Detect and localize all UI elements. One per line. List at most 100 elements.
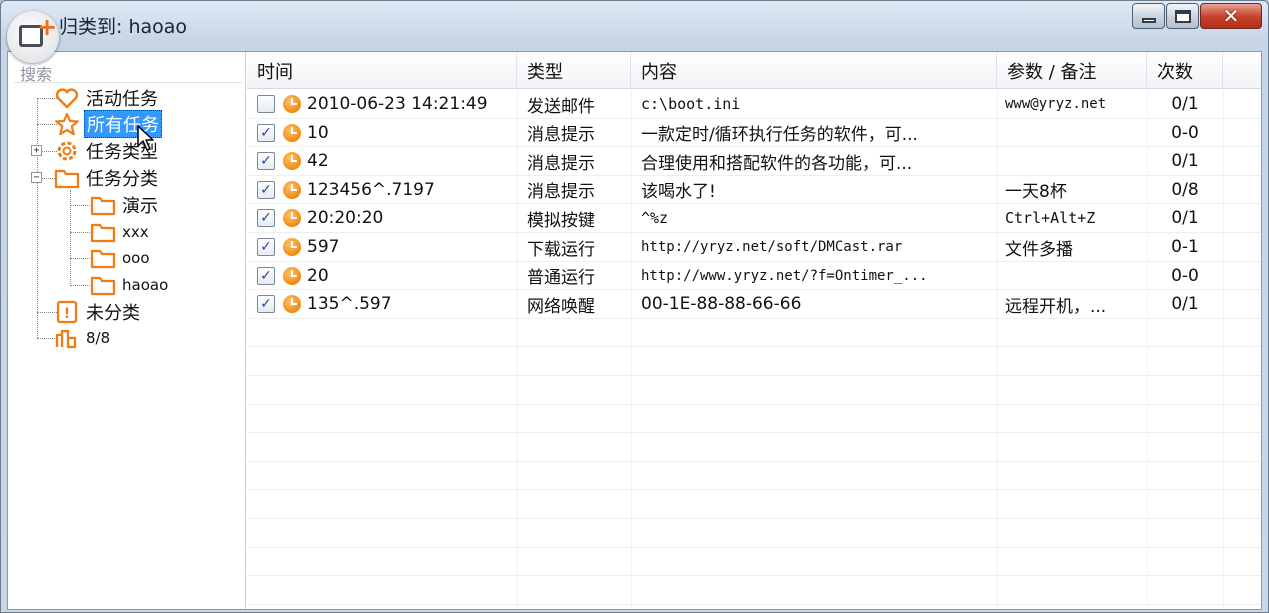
mouse-cursor-icon (137, 125, 154, 151)
row-param: 一天8杯 (1005, 182, 1067, 203)
row-checkbox[interactable]: ✓ (257, 152, 275, 171)
row-time: 42 (307, 151, 329, 172)
collapse-task-categories[interactable]: − (31, 172, 42, 183)
clock-icon (283, 209, 301, 228)
tree-item-demo[interactable]: 演示 (90, 192, 160, 218)
row-content: 一款定时/循环执行任务的软件，可... (641, 125, 918, 146)
column-header-content[interactable]: 内容 (631, 52, 997, 89)
close-button[interactable]: ✕ (1200, 3, 1262, 29)
row-time: 2010-06-23 14:21:49 (307, 94, 488, 114)
tree-item-label: haoao (122, 276, 169, 294)
row-checkbox[interactable]: ✓ (257, 266, 275, 285)
heart-icon (54, 86, 80, 110)
clock-icon (283, 266, 301, 285)
folder-icon (54, 166, 80, 190)
exclamation-icon: ! (54, 300, 80, 324)
row-checkbox[interactable]: ✓ (257, 238, 275, 256)
row-content: http://yryz.net/soft/DMCast.rar (641, 239, 903, 255)
empty-row (247, 548, 1261, 577)
empty-row (247, 347, 1261, 376)
tree-item-task-categories[interactable]: 任务分类 (54, 165, 160, 191)
search-input[interactable]: 搜索 (14, 55, 242, 84)
table-row[interactable]: ✓ 20 普通运行 http://www.yryz.net/?f=Ontimer_… (247, 262, 1261, 291)
tree-item-haoao[interactable]: haoao (90, 272, 170, 298)
row-time: 597 (307, 237, 340, 257)
tree-item-label: 未分类 (86, 303, 140, 324)
column-header-count[interactable]: 次数 (1147, 52, 1223, 89)
clock-icon (283, 180, 301, 199)
minimize-button[interactable] (1132, 3, 1165, 29)
row-time: 135^.597 (307, 294, 392, 315)
row-checkbox[interactable] (257, 95, 275, 113)
row-content: 合理使用和搭配软件的各功能，可... (641, 153, 913, 174)
app-logo-icon[interactable]: + (7, 11, 59, 63)
row-type: 消息提示 (527, 153, 595, 174)
list-header: 时间 类型 内容 参数 / 备注 次数 (247, 52, 1261, 89)
column-header-type[interactable]: 类型 (517, 52, 631, 89)
client-area: 搜索 + − 活动任务 所有任务 任务类型 任务分类 演示 xxx ooo ha… (7, 51, 1262, 610)
close-icon: ✕ (1222, 4, 1240, 28)
row-checkbox[interactable]: ✓ (257, 180, 275, 199)
row-param: www@yryz.net (1005, 96, 1107, 112)
task-list[interactable]: 时间 类型 内容 参数 / 备注 次数 2010-06-23 14:21:49 … (247, 52, 1261, 609)
row-param (1005, 262, 1147, 290)
row-type: 消息提示 (527, 125, 595, 146)
expand-task-types[interactable]: + (31, 145, 42, 156)
row-count: 0/1 (1171, 294, 1199, 315)
row-checkbox[interactable]: ✓ (257, 123, 275, 142)
row-param: Ctrl+Alt+Z (1005, 209, 1096, 228)
folder-icon (90, 220, 116, 244)
table-row[interactable]: ✓ 42 消息提示 合理使用和搭配软件的各功能，可... 0/1 (247, 147, 1261, 176)
row-param (1005, 119, 1147, 147)
stats-icon (54, 326, 80, 350)
table-row[interactable]: ✓ 10 消息提示 一款定时/循环执行任务的软件，可... 0-0 (247, 119, 1261, 148)
row-type: 模拟按键 (527, 210, 595, 231)
table-row[interactable]: ✓ 597 下载运行 http://yryz.net/soft/DMCast.ra… (247, 233, 1261, 262)
empty-row (247, 376, 1261, 405)
tree-item-xxx[interactable]: xxx (90, 219, 151, 245)
row-checkbox[interactable]: ✓ (257, 295, 275, 314)
row-content: ^%z (641, 209, 669, 228)
svg-text:!: ! (64, 306, 70, 322)
folder-icon (90, 193, 116, 217)
main-window: + 归类到: haoao ✕ 搜索 + − 活动任务 所有任务 任务类型 任务分… (0, 0, 1269, 613)
clock-icon (283, 152, 301, 171)
category-panel: 搜索 + − 活动任务 所有任务 任务类型 任务分类 演示 xxx ooo ha… (8, 52, 246, 609)
row-content: 00-1E-88-88-66-66 (641, 294, 802, 315)
tree-item-label: 演示 (122, 196, 158, 217)
empty-row (247, 490, 1261, 519)
window-title: 归类到: haoao (59, 16, 188, 38)
clock-icon (283, 123, 301, 142)
table-row[interactable]: ✓ 20:20:20 模拟按键 ^%z Ctrl+Alt+Z 0/1 (247, 204, 1261, 233)
row-count: 0-0 (1171, 265, 1199, 286)
star-icon (54, 112, 80, 136)
tree-item-label: ooo (122, 249, 150, 267)
column-header-params[interactable]: 参数 / 备注 (997, 52, 1147, 89)
row-checkbox[interactable]: ✓ (257, 209, 275, 228)
row-param: 远程开机，... (1005, 296, 1107, 317)
row-time: 123456^.7197 (307, 179, 435, 200)
row-type: 网络唤醒 (527, 296, 595, 317)
maximize-button[interactable] (1166, 3, 1199, 29)
row-content: 该喝水了! (641, 182, 716, 203)
empty-row (247, 462, 1261, 491)
row-count: 0-1 (1171, 237, 1199, 257)
clock-icon (283, 238, 301, 256)
table-row[interactable]: ✓ 135^.597 网络唤醒 00-1E-88-88-66-66 远程开机，..… (247, 290, 1261, 319)
gear-icon (54, 139, 80, 163)
clock-icon (283, 295, 301, 314)
tree-item-active-tasks[interactable]: 活动任务 (54, 85, 160, 111)
table-row[interactable]: ✓ 123456^.7197 消息提示 该喝水了! 一天8杯 0/8 (247, 176, 1261, 205)
row-time: 20:20:20 (307, 208, 384, 229)
column-header-time[interactable]: 时间 (247, 52, 517, 89)
row-param: 文件多播 (1005, 239, 1073, 260)
tree-item-ooo[interactable]: ooo (90, 245, 152, 271)
tree-item-label: 活动任务 (86, 89, 158, 110)
row-param (1005, 147, 1147, 175)
row-content: c:\boot.ini (641, 95, 741, 113)
title-bar[interactable]: + 归类到: haoao ✕ (1, 1, 1268, 63)
tree-item-uncategorized[interactable]: ! 未分类 (54, 299, 142, 325)
table-row[interactable]: 2010-06-23 14:21:49 发送邮件 c:\boot.ini www… (247, 90, 1261, 119)
row-type: 下载运行 (527, 239, 595, 260)
tree-item-stats[interactable]: 8/8 (54, 325, 112, 351)
